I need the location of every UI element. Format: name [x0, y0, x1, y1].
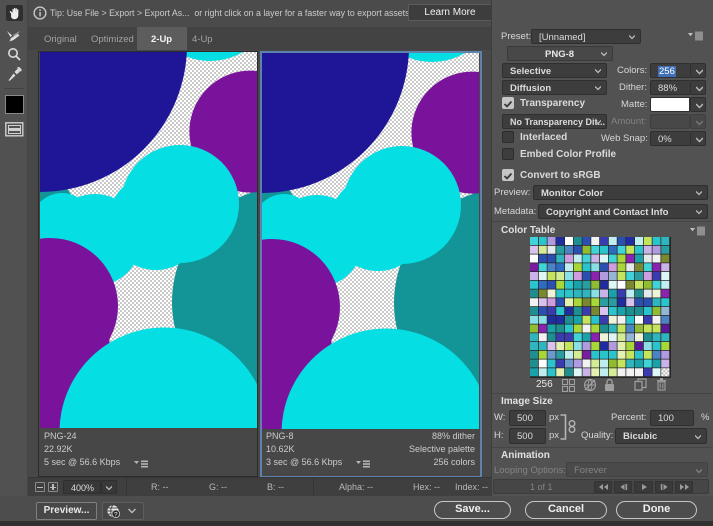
svg-text:?: ? — [114, 511, 118, 518]
